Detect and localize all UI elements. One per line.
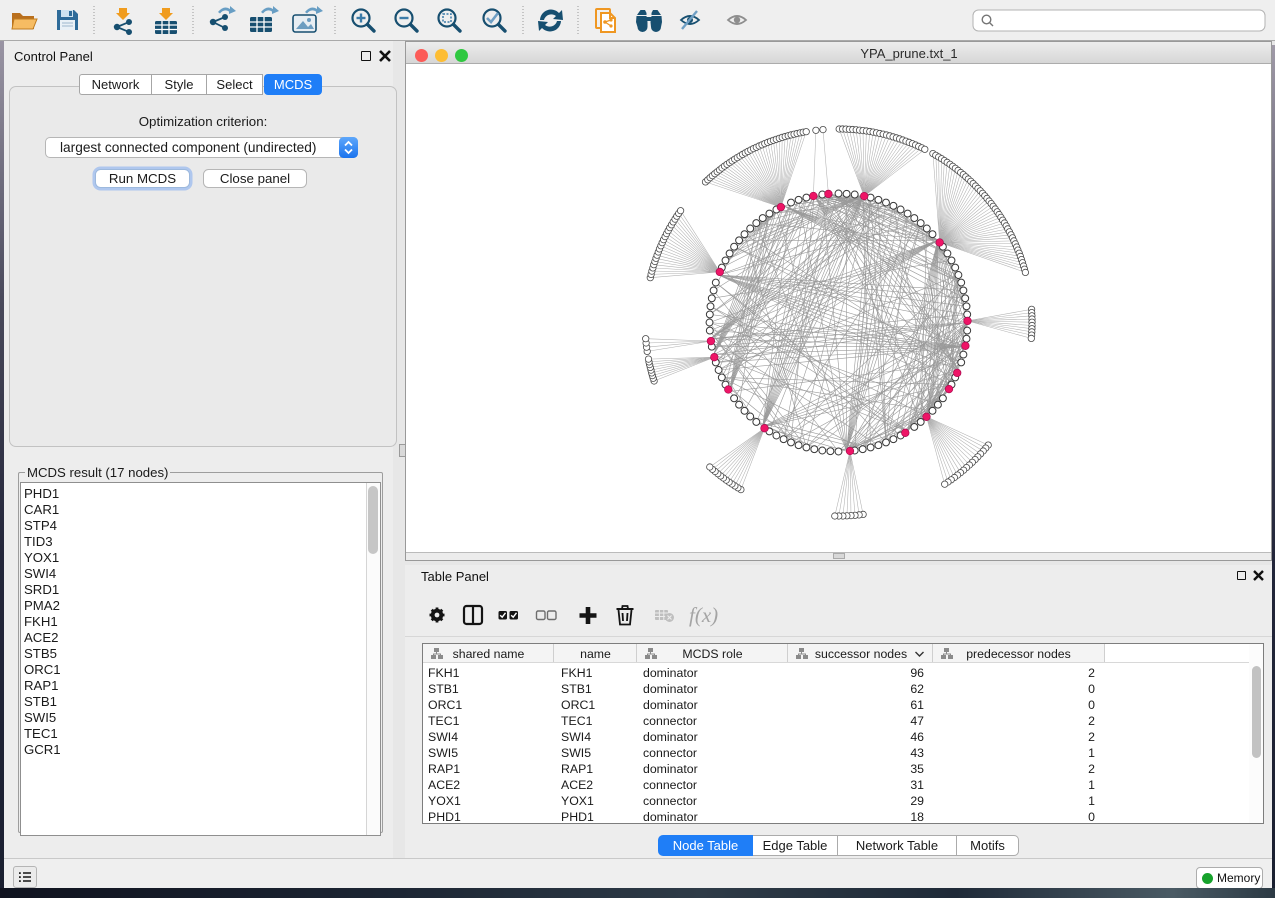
svg-text:f(x): f(x) [689, 603, 718, 627]
